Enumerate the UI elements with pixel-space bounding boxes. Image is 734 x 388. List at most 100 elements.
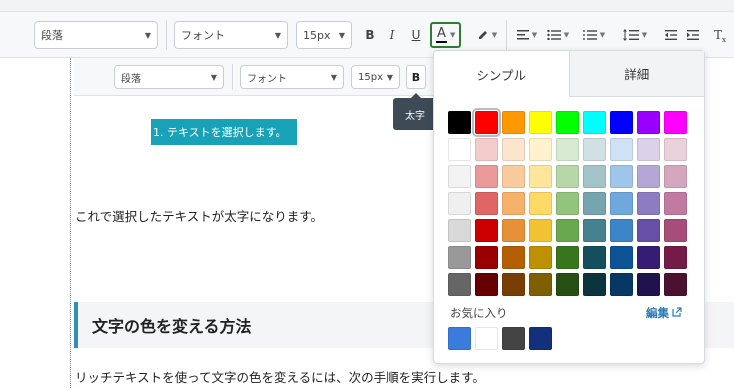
numbered-list-button[interactable]: ▼ — [580, 22, 608, 48]
clear-format-button[interactable]: Tx — [710, 22, 726, 48]
paragraph-text: これで選択したテキストが太字になります。 — [75, 209, 324, 224]
color-swatch[interactable] — [448, 111, 471, 134]
color-swatch[interactable] — [475, 192, 498, 215]
color-swatch[interactable] — [610, 165, 633, 188]
tooltip-text: 太字 — [405, 110, 425, 122]
color-swatch[interactable] — [610, 273, 633, 296]
color-swatch[interactable] — [664, 138, 687, 161]
bold-button[interactable]: B — [362, 22, 378, 48]
paragraph-select[interactable]: 段落 ▼ — [34, 21, 158, 49]
color-swatch[interactable] — [637, 219, 660, 242]
color-swatch[interactable] — [529, 165, 552, 188]
color-swatch[interactable] — [637, 192, 660, 215]
indent-button[interactable] — [686, 22, 700, 48]
color-swatch[interactable] — [664, 273, 687, 296]
color-swatch[interactable] — [448, 273, 471, 296]
line-height-button[interactable]: ▼ — [620, 22, 650, 48]
highlight-button[interactable]: ▼ — [474, 22, 500, 48]
color-swatch[interactable] — [502, 192, 525, 215]
color-swatch[interactable] — [664, 111, 687, 134]
clear-format-icon: Tx — [713, 28, 726, 44]
color-swatch[interactable] — [637, 138, 660, 161]
color-swatch[interactable] — [475, 246, 498, 269]
color-swatch[interactable] — [583, 138, 606, 161]
color-swatch[interactable] — [502, 138, 525, 161]
color-swatch[interactable] — [556, 138, 579, 161]
color-swatch[interactable] — [664, 219, 687, 242]
color-swatch[interactable] — [475, 138, 498, 161]
color-swatch[interactable] — [556, 246, 579, 269]
color-swatch[interactable] — [583, 246, 606, 269]
color-swatch[interactable] — [583, 192, 606, 215]
color-swatch[interactable] — [529, 111, 552, 134]
color-swatch[interactable] — [583, 219, 606, 242]
underline-button[interactable]: U — [408, 22, 424, 48]
color-swatch[interactable] — [529, 246, 552, 269]
favorite-color-swatch[interactable] — [448, 327, 471, 350]
color-swatch[interactable] — [448, 165, 471, 188]
bold-icon: B — [365, 28, 375, 42]
color-swatch[interactable] — [529, 138, 552, 161]
color-swatch[interactable] — [664, 192, 687, 215]
edit-favorites-link[interactable]: 編集 — [646, 305, 682, 321]
italic-button[interactable]: I — [385, 22, 399, 48]
color-swatch[interactable] — [475, 219, 498, 242]
color-swatch[interactable] — [556, 273, 579, 296]
color-swatch[interactable] — [475, 273, 498, 296]
color-swatch[interactable] — [529, 273, 552, 296]
color-swatch[interactable] — [556, 219, 579, 242]
color-swatch[interactable] — [556, 192, 579, 215]
outdent-button[interactable] — [664, 22, 678, 48]
color-swatch[interactable] — [610, 219, 633, 242]
font-select-value: フォント — [181, 29, 225, 42]
color-swatch[interactable] — [583, 111, 606, 134]
color-swatch[interactable] — [637, 111, 660, 134]
color-swatch[interactable] — [472, 108, 501, 137]
chevron-down-icon: ▼ — [274, 30, 281, 40]
color-swatch[interactable] — [529, 192, 552, 215]
color-swatch[interactable] — [502, 246, 525, 269]
color-swatch[interactable] — [583, 165, 606, 188]
tab-simple[interactable]: シンプル — [434, 51, 569, 97]
color-swatch[interactable] — [502, 111, 525, 134]
color-swatch[interactable] — [448, 246, 471, 269]
color-swatch[interactable] — [502, 273, 525, 296]
color-swatch[interactable] — [610, 192, 633, 215]
align-button[interactable]: ▼ — [514, 22, 540, 48]
inner-bold-button: B — [406, 65, 426, 89]
font-size-select[interactable]: 15px ▼ — [296, 21, 352, 49]
favorite-color-swatch[interactable] — [502, 327, 525, 350]
color-swatch[interactable] — [502, 219, 525, 242]
font-size-value: 15px — [303, 28, 331, 42]
color-swatch[interactable] — [448, 138, 471, 161]
color-swatch[interactable] — [610, 246, 633, 269]
color-swatch[interactable] — [448, 192, 471, 215]
chevron-down-icon: ▼ — [210, 72, 217, 82]
window-top-strip — [0, 0, 734, 12]
color-swatch[interactable] — [664, 165, 687, 188]
color-swatch[interactable] — [664, 246, 687, 269]
color-swatch[interactable] — [556, 165, 579, 188]
font-color-button[interactable]: A ▼ — [430, 22, 462, 48]
tab-advanced[interactable]: 詳細 — [568, 51, 704, 97]
toolbar-divider — [232, 64, 233, 90]
color-swatch[interactable] — [502, 165, 525, 188]
bold-icon: B — [411, 70, 421, 84]
color-swatch[interactable] — [610, 111, 633, 134]
color-swatch[interactable] — [637, 273, 660, 296]
color-swatch[interactable] — [583, 273, 606, 296]
favorite-color-swatch[interactable] — [475, 327, 498, 350]
font-select[interactable]: フォント ▼ — [174, 21, 288, 49]
section-heading-text: 文字の色を変える方法 — [92, 317, 252, 336]
color-swatch[interactable] — [475, 165, 498, 188]
color-swatch[interactable] — [637, 165, 660, 188]
color-swatch[interactable] — [637, 246, 660, 269]
chevron-down-icon: ▼ — [330, 72, 337, 82]
bullet-list-button[interactable]: ▼ — [544, 22, 572, 48]
color-swatch[interactable] — [610, 138, 633, 161]
favorite-color-swatch[interactable] — [529, 327, 552, 350]
color-swatch[interactable] — [556, 111, 579, 134]
inner-size-select: 15px ▼ — [351, 65, 400, 89]
color-swatch[interactable] — [529, 219, 552, 242]
color-swatch[interactable] — [448, 219, 471, 242]
